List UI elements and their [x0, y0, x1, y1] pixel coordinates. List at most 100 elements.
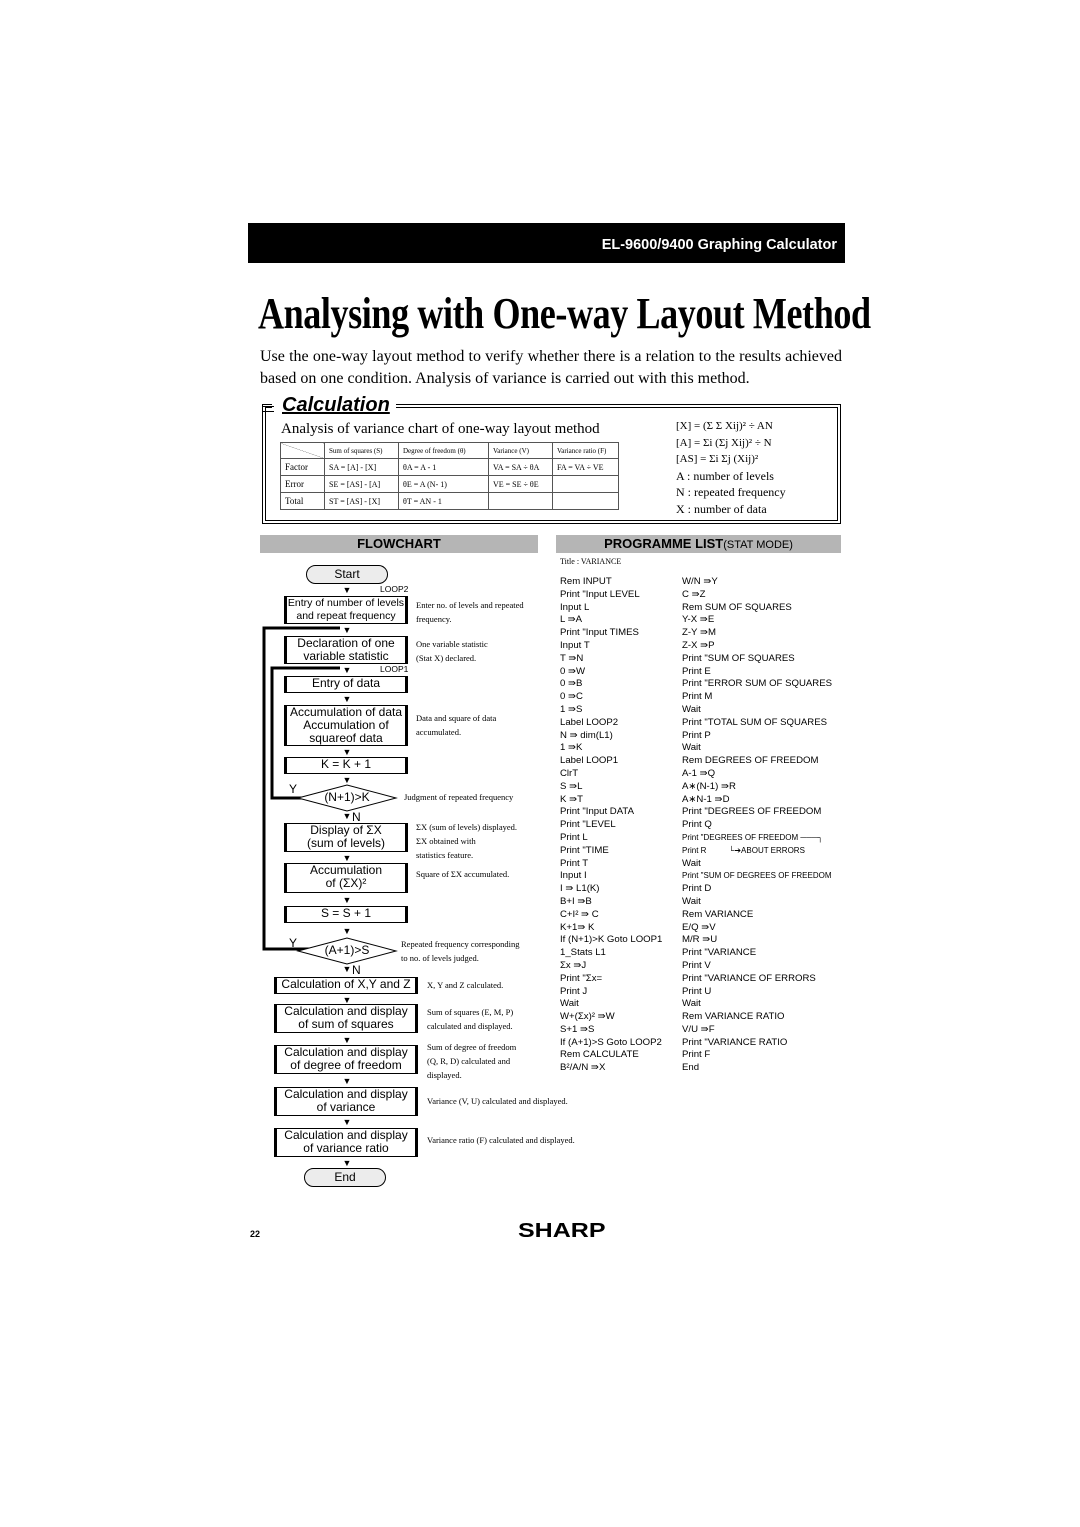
programme-line: Input T	[560, 639, 590, 651]
programme-line: Print L	[560, 831, 588, 843]
step-calc-dof: Calculation and display of degree of fre…	[274, 1045, 418, 1074]
programme-line: End	[682, 1062, 700, 1074]
programme-line: Print "Σx=	[560, 972, 603, 984]
programme-line: Wait	[560, 998, 579, 1010]
note-accumulation: Data and square of data accumulated.	[416, 711, 496, 739]
note-text: displayed.	[427, 1070, 462, 1080]
note-text: Enter no. of levels and repeated	[416, 600, 524, 610]
step-entry-data: Entry of data	[284, 676, 408, 693]
note-text: Square of ΣX accumulated.	[416, 869, 510, 879]
programme-line: Print M	[682, 691, 713, 703]
decision-s-label: (A+1)>S	[324, 943, 370, 957]
step-k-increment: K = K + 1	[284, 757, 408, 774]
programme-line: K ⇛T	[560, 793, 583, 805]
step-declaration: Declaration of one variable statistic	[284, 636, 408, 664]
programme-line: Print J	[560, 985, 588, 997]
programme-line: If (N+1)>K Goto LOOP1	[560, 934, 663, 946]
note-text: to no. of levels judged.	[401, 953, 479, 963]
programme-line: Print "VARIANCE	[682, 947, 757, 959]
programme-line: Z-X ⇛P	[682, 639, 715, 651]
programme-line: If (A+1)>S Goto LOOP2	[560, 1036, 662, 1048]
programme-line: Rem CALCULATE	[560, 1049, 639, 1061]
programme-line: L ⇛A	[560, 614, 583, 626]
programme-line: Σx ⇛J	[560, 959, 587, 971]
programme-line: Print "DEGREES OF FREEDOM	[682, 806, 822, 818]
step-text: squareof data	[309, 731, 383, 745]
programme-line: K+1⇛ K	[560, 921, 595, 933]
programme-line: Y-X ⇛E	[682, 614, 715, 626]
programme-line: Print "ERROR SUM OF SQUARES	[682, 678, 832, 690]
no-label: N	[352, 963, 361, 977]
down-arrow-icon: ▼	[342, 895, 352, 905]
programme-line: Wait	[682, 742, 701, 754]
programme-line: A-1 ⇛Q	[682, 767, 716, 779]
step-accum-square: Accumulation of (ΣX)²	[284, 863, 408, 893]
flowchart-end: End	[304, 1168, 386, 1187]
programme-line: Print "Input LEVEL	[560, 588, 640, 600]
step-text: (sum of levels)	[306, 836, 386, 850]
no-label: N	[352, 810, 361, 824]
note-text: (Stat X) declared.	[416, 653, 477, 663]
note-accum-square: Square of ΣX accumulated.	[416, 867, 509, 881]
programme-line: 1_Stats L1	[560, 947, 606, 959]
programme-line: 0 ⇛C	[560, 691, 583, 703]
step-entry-levels: Entry of number of levels and repeat fre…	[284, 596, 408, 624]
note-text: (Q, R, D) calculated and	[427, 1056, 511, 1066]
step-text: of variance ratio	[303, 1141, 389, 1155]
note-declaration: One variable statistic (Stat X) declared…	[416, 637, 488, 665]
step-text: of degree of freedom	[290, 1058, 402, 1072]
programme-line: Print "Input DATA	[560, 806, 634, 818]
programme-column-1: Rem INPUT Print "Input LEVEL Input LL ⇛A Pr…	[560, 576, 662, 1075]
note-text: X, Y and Z calculated.	[427, 980, 504, 990]
step-calc-variance: Calculation and display of variance	[274, 1087, 418, 1116]
programme-line: Print "Input TIMES	[560, 627, 639, 639]
down-arrow-icon: ▼	[342, 775, 352, 785]
yes-label: Y	[289, 936, 298, 950]
note-text: Variance (V, U) calculated and displayed…	[427, 1096, 568, 1106]
programme-line: S+1 ⇛S	[560, 1023, 595, 1035]
programme-line: Label LOOP2	[560, 716, 619, 728]
step-text: K = K + 1	[320, 757, 372, 771]
programme-line: B²/A/N ⇛X	[560, 1062, 606, 1074]
programme-line: Print T	[560, 857, 589, 869]
programme-line: Wait	[682, 895, 701, 907]
programme-line: W/N ⇛Y	[682, 576, 718, 587]
programme-line: Wait	[682, 703, 701, 715]
programme-line: B+I ⇛B	[560, 895, 592, 907]
programme-line: Print E	[682, 665, 711, 677]
note-calc-xyz: X, Y and Z calculated.	[427, 978, 503, 992]
note-text: One variable statistic	[416, 639, 488, 649]
flowchart-connectors	[262, 626, 398, 965]
note-text: accumulated.	[416, 727, 462, 737]
step-calc-ratio: Calculation and display of variance rati…	[274, 1128, 418, 1157]
note-display-sum: ΣX (sum of levels) displayed. ΣX obtaine…	[416, 820, 517, 862]
note-text: ΣX (sum of levels) displayed.	[416, 822, 518, 832]
note-text: frequency.	[416, 614, 452, 624]
note-text: Sum of squares (E, M, P)	[427, 1007, 514, 1017]
note-text: calculated and displayed.	[427, 1021, 513, 1031]
down-arrow-icon: ▼	[342, 665, 352, 675]
step-text: and repeat frequency	[296, 610, 396, 622]
programme-line: E/Q ⇛V	[682, 921, 716, 933]
down-arrow-icon: ▼	[342, 585, 352, 595]
step-text: of sum of squares	[298, 1017, 394, 1031]
note-decision-s: Repeated frequency corresponding to no. …	[401, 937, 519, 965]
programme-line: Rem SUM OF SQUARES	[682, 601, 792, 613]
step-text: Entry of number of levels	[287, 597, 405, 609]
programme-line: Print F	[682, 1049, 711, 1061]
programme-line: Print "SUM OF DEGREES OF FREEDOM	[682, 871, 832, 881]
note-text: ΣX obtained with	[416, 836, 476, 846]
programme-line: Print "SUM OF SQUARES	[682, 652, 795, 664]
programme-line: Rem INPUT	[560, 576, 612, 587]
programme-line: Print "TIME	[560, 844, 609, 856]
programme-column-2: W/N ⇛Y C ⇛Z Rem SUM OF SQUARES Y-X ⇛E Z-Y ⇛M…	[682, 576, 832, 1075]
decision-k-label: (N+1)>K	[324, 790, 370, 804]
programme-line: Rem DEGREES OF FREEDOM	[682, 755, 819, 767]
programme-line: V/U ⇛F	[682, 1023, 715, 1035]
down-arrow-icon: ▼	[342, 694, 352, 704]
down-arrow-icon: ▼	[342, 926, 352, 936]
programme-line: T ⇛N	[560, 652, 584, 664]
programme-line: 1 ⇛S	[560, 703, 583, 715]
programme-line: Z-Y ⇛M	[682, 627, 716, 639]
note-text: Sum of degree of freedom	[427, 1042, 517, 1052]
